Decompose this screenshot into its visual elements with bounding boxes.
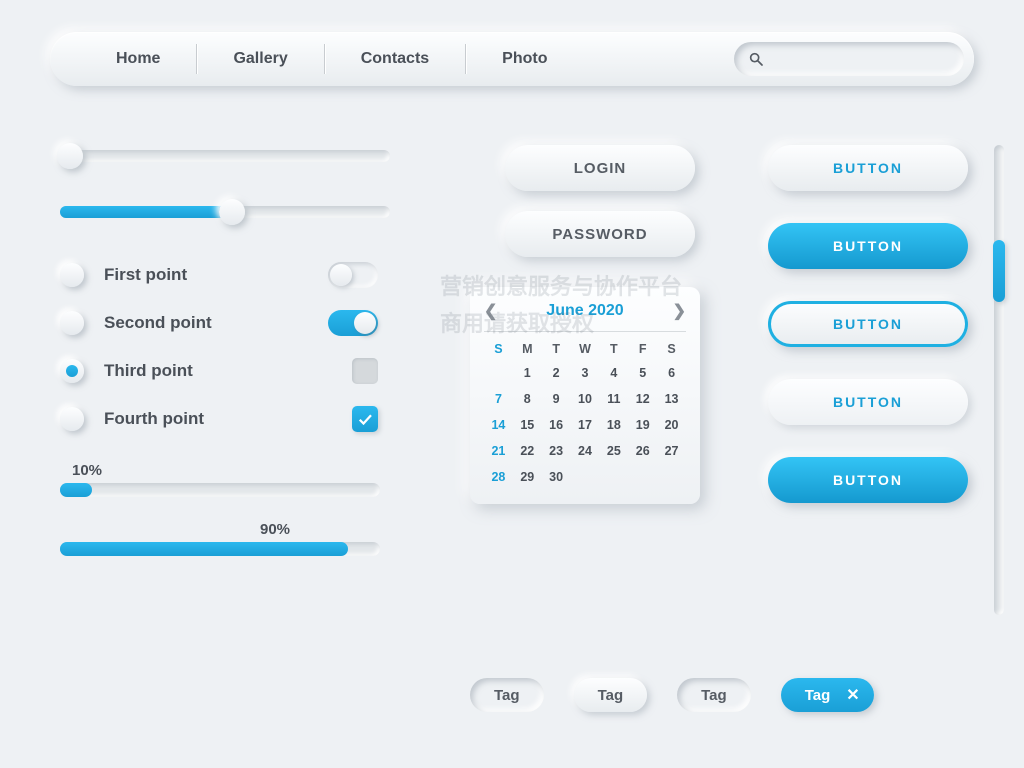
slider-thumb[interactable] [219, 199, 245, 225]
calendar-blank [484, 364, 513, 382]
tag-inset[interactable]: Tag [677, 678, 751, 712]
calendar-next-icon[interactable]: ❯ [673, 301, 686, 321]
radio-row: Third point [60, 358, 420, 384]
scrollbar-track[interactable] [994, 145, 1004, 615]
search-icon [748, 51, 764, 67]
calendar-day[interactable]: 28 [484, 468, 513, 486]
calendar-day[interactable]: 20 [657, 416, 686, 434]
nav-contacts[interactable]: Contacts [325, 44, 465, 74]
button-blue[interactable]: BUTTON [768, 457, 968, 503]
nav-home[interactable]: Home [80, 44, 196, 74]
calendar-dow: M [513, 340, 542, 358]
checkbox[interactable] [352, 406, 378, 432]
calendar-day[interactable]: 24 [571, 442, 600, 460]
tag-blue[interactable]: Tag ✕ [781, 678, 874, 712]
nav-photo[interactable]: Photo [466, 44, 583, 74]
calendar-day[interactable]: 14 [484, 416, 513, 434]
calendar-day[interactable]: 22 [513, 442, 542, 460]
scrollbar-handle[interactable] [993, 240, 1005, 302]
button-neumorph[interactable]: BUTTON [768, 145, 968, 191]
calendar-day[interactable]: 4 [599, 364, 628, 382]
calendar-day[interactable]: 26 [628, 442, 657, 460]
radio-label: Fourth point [104, 409, 204, 429]
calendar-day[interactable]: 12 [628, 390, 657, 408]
radio-row: Second point [60, 310, 420, 336]
nav-bar: Home Gallery Contacts Photo [50, 32, 974, 86]
button-blue[interactable]: BUTTON [768, 223, 968, 269]
tag-row: Tag Tag Tag Tag ✕ [470, 678, 874, 712]
tag-raised[interactable]: Tag [574, 678, 648, 712]
tag-label: Tag [598, 687, 624, 704]
calendar-day[interactable]: 1 [513, 364, 542, 382]
calendar-day[interactable]: 9 [542, 390, 571, 408]
calendar-dow: S [484, 340, 513, 358]
password-input[interactable]: PASSWORD [505, 211, 695, 257]
calendar-day[interactable]: 11 [599, 390, 628, 408]
calendar-title: June 2020 [546, 302, 623, 320]
radio-list: First point Second point Third point Fourth… [60, 262, 420, 432]
progress-label: 10% [72, 462, 420, 479]
toggle-switch[interactable] [328, 262, 378, 288]
tag-label: Tag [494, 687, 520, 704]
radio-row: Fourth point [60, 406, 420, 432]
radio-button[interactable] [60, 311, 84, 335]
button-flat[interactable]: BUTTON [768, 379, 968, 425]
radio-label: Second point [104, 313, 212, 333]
radio-button[interactable] [60, 407, 84, 431]
radio-row: First point [60, 262, 420, 288]
progress-label: 90% [260, 521, 420, 538]
slider-thumb[interactable] [57, 143, 83, 169]
toggle-switch[interactable] [328, 310, 378, 336]
radio-button[interactable] [60, 263, 84, 287]
calendar-dow: F [628, 340, 657, 358]
checkbox[interactable] [352, 358, 378, 384]
calendar-dow: T [542, 340, 571, 358]
calendar-day[interactable]: 17 [571, 416, 600, 434]
calendar-day[interactable]: 7 [484, 390, 513, 408]
calendar: ❮ June 2020 ❯ SMTWTFS 123456789101112131… [470, 287, 700, 504]
calendar-day[interactable]: 10 [571, 390, 600, 408]
radio-label: First point [104, 265, 187, 285]
divider [484, 331, 686, 332]
calendar-day[interactable]: 16 [542, 416, 571, 434]
calendar-day[interactable]: 18 [599, 416, 628, 434]
close-icon[interactable]: ✕ [846, 685, 859, 705]
calendar-dow: T [599, 340, 628, 358]
button-outline[interactable]: BUTTON [768, 301, 968, 347]
calendar-day[interactable]: 15 [513, 416, 542, 434]
slider-2[interactable] [60, 206, 390, 218]
radio-button[interactable] [60, 359, 84, 383]
calendar-day[interactable]: 13 [657, 390, 686, 408]
calendar-dow: W [571, 340, 600, 358]
calendar-day[interactable]: 29 [513, 468, 542, 486]
nav-gallery[interactable]: Gallery [197, 44, 323, 74]
calendar-day[interactable]: 19 [628, 416, 657, 434]
calendar-day[interactable]: 3 [571, 364, 600, 382]
search-input[interactable] [734, 42, 964, 76]
calendar-day[interactable]: 5 [628, 364, 657, 382]
calendar-dow: S [657, 340, 686, 358]
calendar-day[interactable]: 8 [513, 390, 542, 408]
calendar-day[interactable]: 6 [657, 364, 686, 382]
calendar-day[interactable]: 21 [484, 442, 513, 460]
calendar-day[interactable]: 25 [599, 442, 628, 460]
progress-bar-1 [60, 483, 380, 497]
tag-inset[interactable]: Tag [470, 678, 544, 712]
calendar-day[interactable]: 23 [542, 442, 571, 460]
radio-label: Third point [104, 361, 193, 381]
tag-label: Tag [701, 687, 727, 704]
calendar-day[interactable]: 2 [542, 364, 571, 382]
progress-group: 10% 90% [60, 462, 420, 556]
login-input[interactable]: LOGIN [505, 145, 695, 191]
tag-label: Tag [805, 687, 831, 704]
calendar-day[interactable]: 27 [657, 442, 686, 460]
progress-bar-2 [60, 542, 380, 556]
calendar-day[interactable]: 30 [542, 468, 571, 486]
slider-1[interactable] [60, 150, 390, 162]
calendar-prev-icon[interactable]: ❮ [484, 301, 497, 321]
